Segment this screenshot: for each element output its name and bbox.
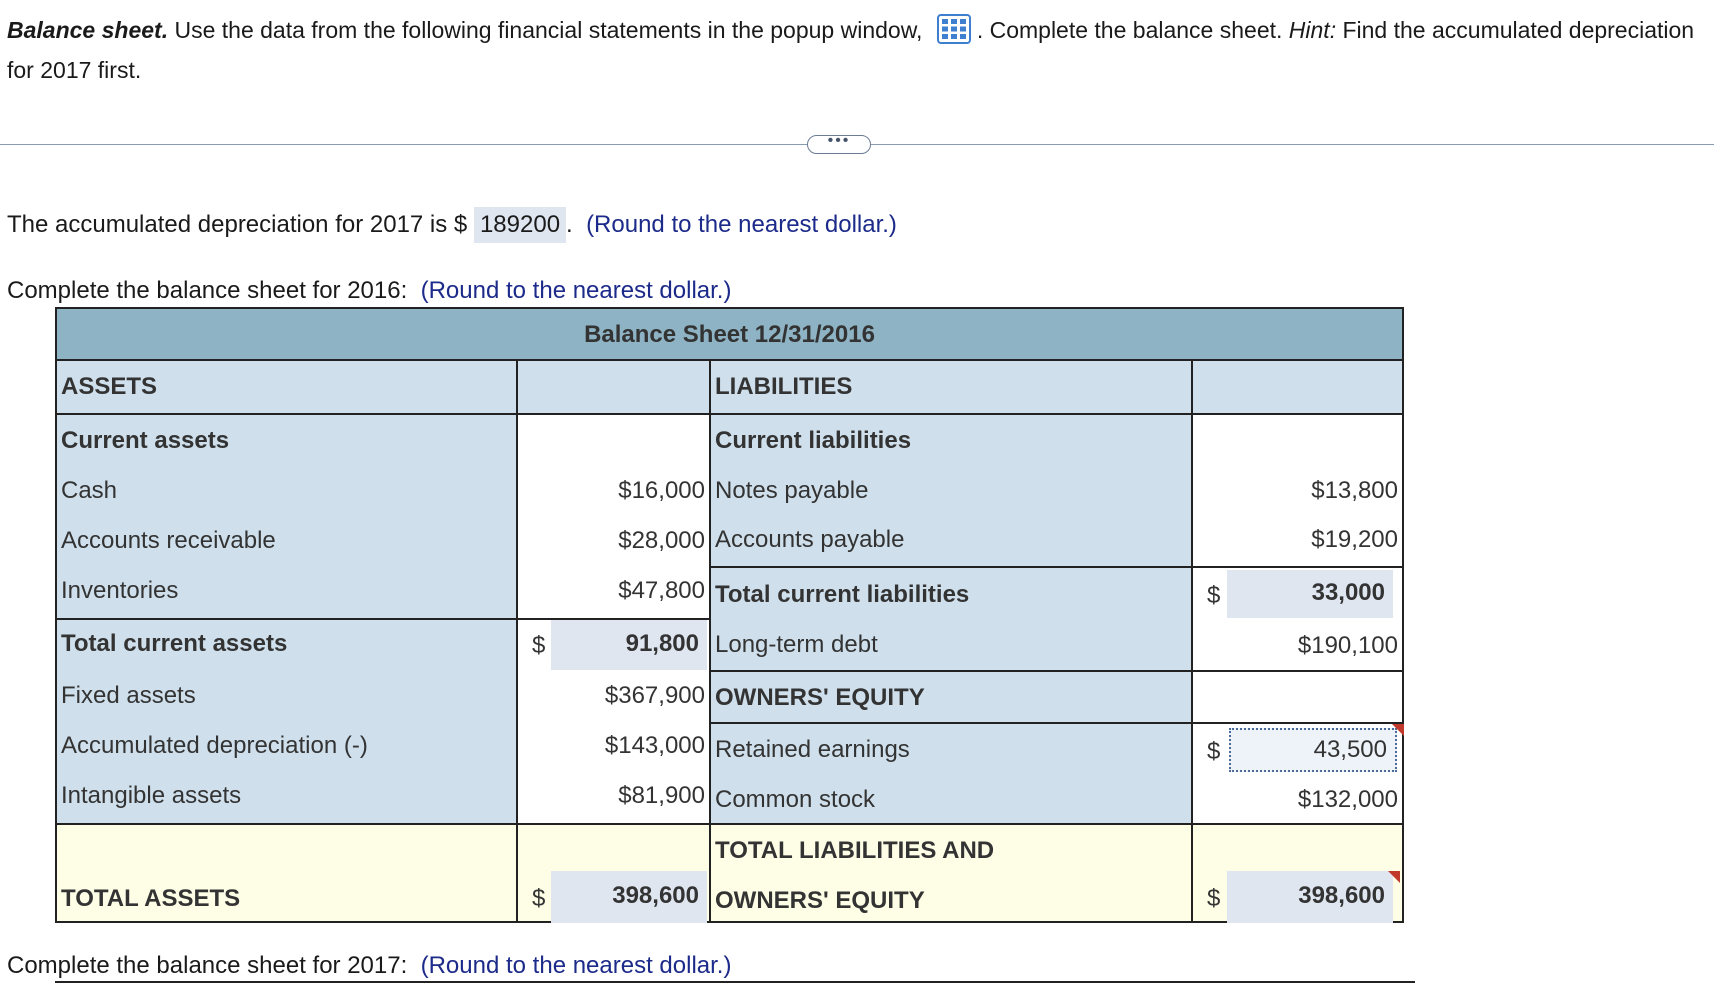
re-currency: $: [1207, 738, 1221, 765]
current-assets-values: $16,000 $28,000 $47,800: [516, 413, 709, 618]
tca-currency: $: [532, 632, 546, 659]
part1-round-hint: (Round to the nearest dollar.): [586, 211, 897, 238]
data-table-icon[interactable]: [936, 13, 971, 44]
inventories-value: $47,800: [618, 577, 705, 604]
current-liabilities-header: Current liabilities: [715, 427, 912, 454]
equity-items-block: Retained earnings Common stock: [709, 722, 1191, 823]
current-assets-block: Current assets Cash Accounts receivable …: [57, 413, 516, 618]
total-liab-equity-label-2: OWNERS' EQUITY: [715, 887, 925, 914]
common-stock-value: $132,000: [1297, 786, 1398, 813]
part1-suffix: .: [566, 211, 573, 238]
accumulated-depreciation-value: $143,000: [604, 732, 705, 759]
noncurrent-assets-block: Total current assets Fixed assets Accumu…: [57, 618, 516, 823]
question-body-b: . Complete the balance sheet.: [976, 17, 1289, 43]
assets-header: ASSETS: [61, 373, 158, 400]
tcl-ltd-values: $ 33,000 $190,100: [1191, 566, 1402, 670]
tcl-ltd-block: Total current liabilities Long-term debt: [709, 566, 1191, 670]
part2-prompt: Complete the balance sheet for 2016:: [7, 277, 408, 304]
fixed-assets-value: $367,900: [604, 682, 705, 709]
accumulated-depreciation-input[interactable]: 189200: [473, 207, 567, 243]
total-assets-cell: TOTAL ASSETS: [57, 823, 516, 921]
part3-prompt: Complete the balance sheet for 2017:: [7, 952, 408, 979]
owners-equity-header: OWNERS' EQUITY: [715, 684, 925, 711]
assets-header-cell: ASSETS: [57, 361, 516, 413]
current-liabilities-values: $13,800 $19,200: [1191, 413, 1402, 566]
total-liab-equity-input[interactable]: 398,600: [1227, 871, 1393, 923]
liabilities-header: LIABILITIES: [715, 373, 853, 400]
total-current-assets-input[interactable]: 91,800: [551, 620, 707, 670]
notes-payable-label: Notes payable: [715, 477, 869, 504]
input-flag-icon: [1392, 724, 1404, 736]
total-liab-equity-value-cell: $ 398,600: [1191, 823, 1402, 923]
total-current-liabilities-label: Total current liabilities: [715, 581, 970, 608]
retained-earnings-label: Retained earnings: [715, 736, 910, 763]
part1-prefix: The accumulated depreciation for 2017 is…: [7, 211, 468, 238]
tloe-currency: $: [1207, 885, 1221, 912]
total-assets-input[interactable]: 398,600: [551, 871, 707, 923]
accounts-payable-value: $19,200: [1311, 526, 1398, 553]
assets-value-header-cell: [516, 361, 709, 413]
part3-round-hint: (Round to the nearest dollar.): [420, 952, 732, 979]
retained-earnings-input[interactable]: 43,500: [1229, 728, 1397, 772]
owners-equity-header-cell: OWNERS' EQUITY: [709, 670, 1191, 722]
total-liab-equity-label-1: TOTAL LIABILITIES AND: [715, 837, 995, 864]
noncurrent-assets-values: $ 91,800 $367,900 $143,000 $81,900: [516, 618, 709, 823]
common-stock-label: Common stock: [715, 786, 876, 813]
current-liabilities-block: Current liabilities Notes payable Accoun…: [709, 413, 1191, 566]
cash-label: Cash: [61, 477, 118, 504]
hint-label: Hint:: [1288, 17, 1337, 43]
part3-line: Complete the balance sheet for 2017: (Ro…: [7, 948, 731, 984]
question-body-a: Use the data from the following financia…: [168, 17, 929, 43]
accounts-payable-label: Accounts payable: [715, 526, 905, 553]
equity-items-values: $ 43,500 $132,000: [1191, 722, 1404, 823]
input-flag-icon: [1388, 871, 1400, 883]
expand-more-button[interactable]: •••: [807, 133, 871, 154]
question-title: Balance sheet.: [7, 17, 169, 43]
part2-round-hint: (Round to the nearest dollar.): [420, 277, 732, 304]
long-term-debt-label: Long-term debt: [715, 631, 878, 658]
sheet-title: Balance Sheet 12/31/2016: [57, 309, 1402, 361]
balance-sheet-2016: Balance Sheet 12/31/2016 ASSETS LIABILIT…: [55, 307, 1404, 923]
part2-line: Complete the balance sheet for 2016: (Ro…: [7, 273, 731, 309]
inventories-label: Inventories: [61, 577, 179, 604]
owners-equity-value-cell: [1191, 670, 1402, 722]
part3-table-top-edge: [55, 981, 1415, 983]
liabilities-value-header-cell: [1191, 361, 1402, 413]
fixed-assets-label: Fixed assets: [61, 682, 196, 709]
total-assets-currency: $: [532, 885, 546, 912]
notes-payable-value: $13,800: [1311, 477, 1398, 504]
total-current-liabilities-input[interactable]: 33,000: [1227, 570, 1393, 618]
accounts-receivable-label: Accounts receivable: [61, 527, 276, 554]
intangible-assets-label: Intangible assets: [61, 782, 242, 809]
accumulated-depreciation-label: Accumulated depreciation (-): [61, 732, 368, 759]
liabilities-header-cell: LIABILITIES: [709, 361, 1191, 413]
intangible-assets-value: $81,900: [618, 782, 705, 809]
question-text: Balance sheet. Use the data from the fol…: [7, 10, 1707, 90]
cash-value: $16,000: [618, 477, 705, 504]
total-assets-value-cell: $ 398,600: [516, 823, 709, 923]
current-assets-header: Current assets: [61, 427, 230, 454]
total-liab-equity-cell: TOTAL LIABILITIES AND OWNERS' EQUITY: [709, 823, 1191, 921]
accounts-receivable-value: $28,000: [618, 527, 705, 554]
total-assets-label: TOTAL ASSETS: [61, 885, 241, 912]
long-term-debt-value: $190,100: [1297, 632, 1398, 659]
total-current-assets-label: Total current assets: [61, 630, 288, 657]
tcl-currency: $: [1207, 582, 1221, 609]
part1-line: The accumulated depreciation for 2017 is…: [7, 207, 897, 243]
